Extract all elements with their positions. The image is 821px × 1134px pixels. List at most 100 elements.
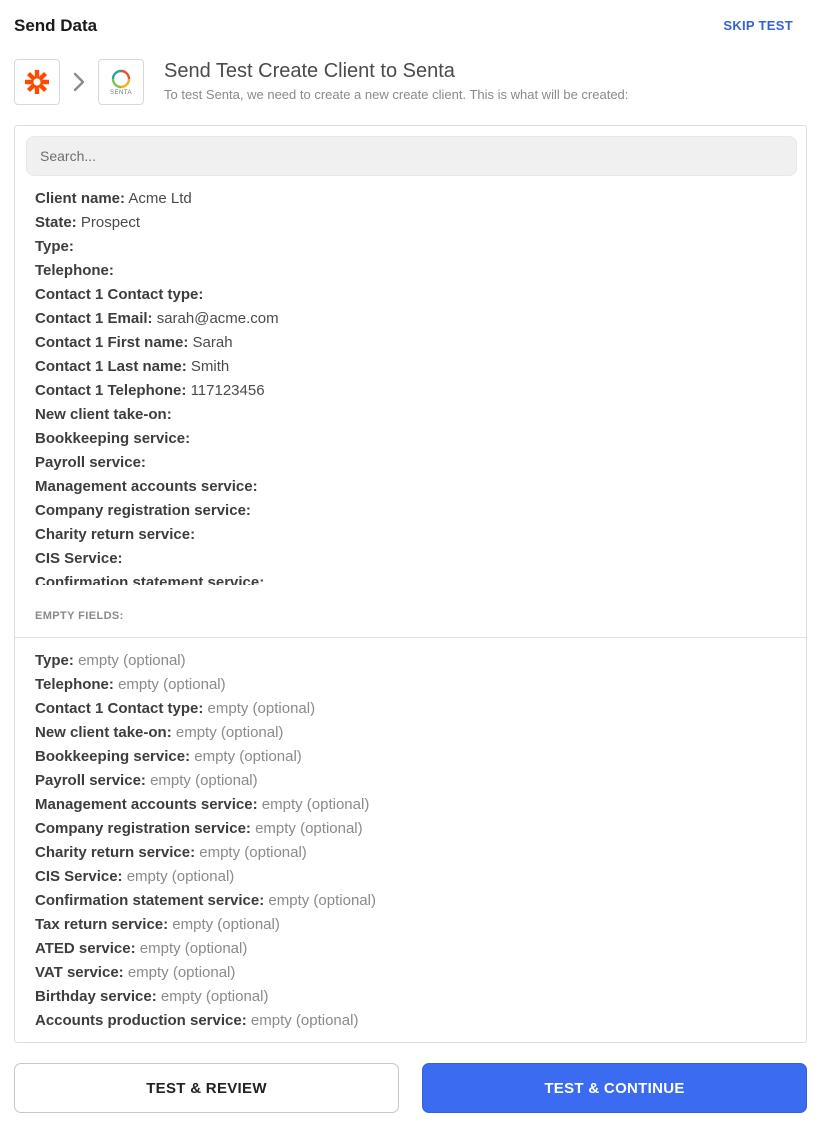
step-title: Send Test Create Client to Senta: [164, 60, 455, 82]
field-row: Contact 1 Telephone: 117123456: [35, 379, 795, 403]
empty-field-row: ATED service: empty (optional): [35, 937, 795, 961]
field-value: empty (optional): [255, 820, 363, 837]
field-value: Smith: [190, 358, 230, 375]
field-value: Sarah: [192, 334, 233, 351]
field-label: Contact 1 Telephone:: [35, 382, 187, 399]
field-list[interactable]: Client name: Acme Ltd State: Prospect Type…: [35, 187, 795, 585]
field-label: VAT service:: [35, 964, 124, 981]
divider: [15, 637, 806, 638]
field-value: empty (optional): [127, 964, 236, 981]
field-value: empty (optional): [78, 652, 186, 669]
field-label: CIS Service:: [35, 550, 123, 567]
field-label: Bookkeeping service:: [35, 430, 191, 447]
field-label: Contact 1 Contact type:: [35, 286, 204, 303]
empty-field-row: Bookkeeping service: empty (optional): [35, 745, 795, 769]
field-value: sarah@acme.com: [156, 310, 279, 327]
field-label: Contact 1 First name:: [35, 334, 189, 351]
field-label: Payroll service:: [35, 772, 146, 789]
app-step-row: SENTA Send Test Create Client to Senta T…: [14, 59, 807, 105]
empty-field-row: Accounts production service: empty (opti…: [35, 1009, 795, 1033]
field-value: 117123456: [190, 382, 265, 399]
field-value: empty (optional): [126, 868, 235, 885]
chevron-right-icon: [73, 72, 85, 92]
search-input[interactable]: [26, 136, 797, 176]
field-value: empty (optional): [172, 916, 280, 933]
empty-fields-heading: EMPTY FIELDS:: [35, 610, 124, 622]
test-and-review-button[interactable]: TEST & REVIEW: [14, 1063, 399, 1113]
empty-field-row: VAT service: empty (optional): [35, 961, 795, 985]
empty-field-row: Type: empty (optional): [35, 649, 795, 673]
field-label: Birthday service:: [35, 988, 157, 1005]
senta-logo-icon: [111, 69, 131, 88]
test-and-continue-button[interactable]: TEST & CONTINUE: [422, 1063, 807, 1113]
empty-field-row: Payroll service: empty (optional): [35, 769, 795, 793]
field-label: Charity return service:: [35, 526, 196, 543]
empty-field-row: Telephone: empty (optional): [35, 673, 795, 697]
field-row: Confirmation statement service:: [35, 571, 795, 585]
empty-field-row: Confirmation statement service: empty (o…: [35, 889, 795, 913]
empty-field-row: New client take-on: empty (optional): [35, 721, 795, 745]
field-label: Contact 1 Last name:: [35, 358, 187, 375]
field-row: Bookkeeping service:: [35, 427, 795, 451]
field-row: Contact 1 Last name: Smith: [35, 355, 795, 379]
field-row: Management accounts service:: [35, 475, 795, 499]
field-value: Prospect: [80, 214, 141, 231]
field-label: Tax return service:: [35, 916, 169, 933]
field-row: Telephone:: [35, 259, 795, 283]
field-label: Company registration service:: [35, 502, 251, 519]
field-label: Payroll service:: [35, 454, 146, 471]
field-label: State:: [35, 214, 77, 231]
field-label: New client take-on:: [35, 406, 172, 423]
field-row: State: Prospect: [35, 211, 795, 235]
field-label: New client take-on:: [35, 724, 172, 741]
field-label: Management accounts service:: [35, 478, 258, 495]
field-row: Payroll service:: [35, 451, 795, 475]
field-row: New client take-on:: [35, 403, 795, 427]
field-value: empty (optional): [199, 844, 307, 861]
field-row: Contact 1 Contact type:: [35, 283, 795, 307]
field-value: Acme Ltd: [128, 190, 192, 207]
senta-app-icon: SENTA: [98, 59, 144, 105]
field-value: empty (optional): [139, 940, 248, 957]
field-label: Contact 1 Email:: [35, 310, 153, 327]
field-label: CIS Service:: [35, 868, 123, 885]
field-label: ATED service:: [35, 940, 136, 957]
senta-logo-text: SENTA: [109, 89, 133, 96]
zapier-asterisk-icon: [25, 70, 49, 94]
field-value: empty (optional): [160, 988, 269, 1005]
field-row: Company registration service:: [35, 499, 795, 523]
field-row: Type:: [35, 235, 795, 259]
empty-field-row: Management accounts service: empty (opti…: [35, 793, 795, 817]
field-value: empty (optional): [268, 892, 376, 909]
page-title: Send Data: [14, 16, 98, 35]
field-label: Contact 1 Contact type:: [35, 700, 204, 717]
empty-field-list: Type: empty (optional) Telephone: empty (…: [35, 649, 795, 1033]
field-label: Confirmation statement service:: [35, 574, 265, 585]
empty-field-row: CIS Service: empty (optional): [35, 865, 795, 889]
field-label: Confirmation statement service:: [35, 892, 265, 909]
field-row: Contact 1 Email: sarah@acme.com: [35, 307, 795, 331]
field-label: Type:: [35, 652, 74, 669]
field-label: Accounts production service:: [35, 1012, 247, 1029]
empty-field-row: Contact 1 Contact type: empty (optional): [35, 697, 795, 721]
empty-field-row: Tax return service: empty (optional): [35, 913, 795, 937]
skip-test-link[interactable]: SKIP TEST: [723, 18, 793, 33]
field-value: empty (optional): [194, 748, 302, 765]
empty-field-row: Birthday service: empty (optional): [35, 985, 795, 1009]
empty-field-row: Company registration service: empty (opt…: [35, 817, 795, 841]
field-label: Telephone:: [35, 676, 114, 693]
field-label: Telephone:: [35, 262, 114, 279]
field-label: Bookkeeping service:: [35, 748, 191, 765]
field-label: Type:: [35, 238, 74, 255]
zapier-app-icon: [14, 59, 60, 105]
field-row: Charity return service:: [35, 523, 795, 547]
field-row: Client name: Acme Ltd: [35, 187, 795, 211]
field-row: CIS Service:: [35, 547, 795, 571]
field-value: empty (optional): [118, 676, 226, 693]
field-row: Contact 1 First name: Sarah: [35, 331, 795, 355]
field-label: Charity return service:: [35, 844, 196, 861]
field-label: Management accounts service:: [35, 796, 258, 813]
field-value: empty (optional): [150, 772, 258, 789]
empty-field-row: Charity return service: empty (optional): [35, 841, 795, 865]
field-value: empty (optional): [261, 796, 370, 813]
